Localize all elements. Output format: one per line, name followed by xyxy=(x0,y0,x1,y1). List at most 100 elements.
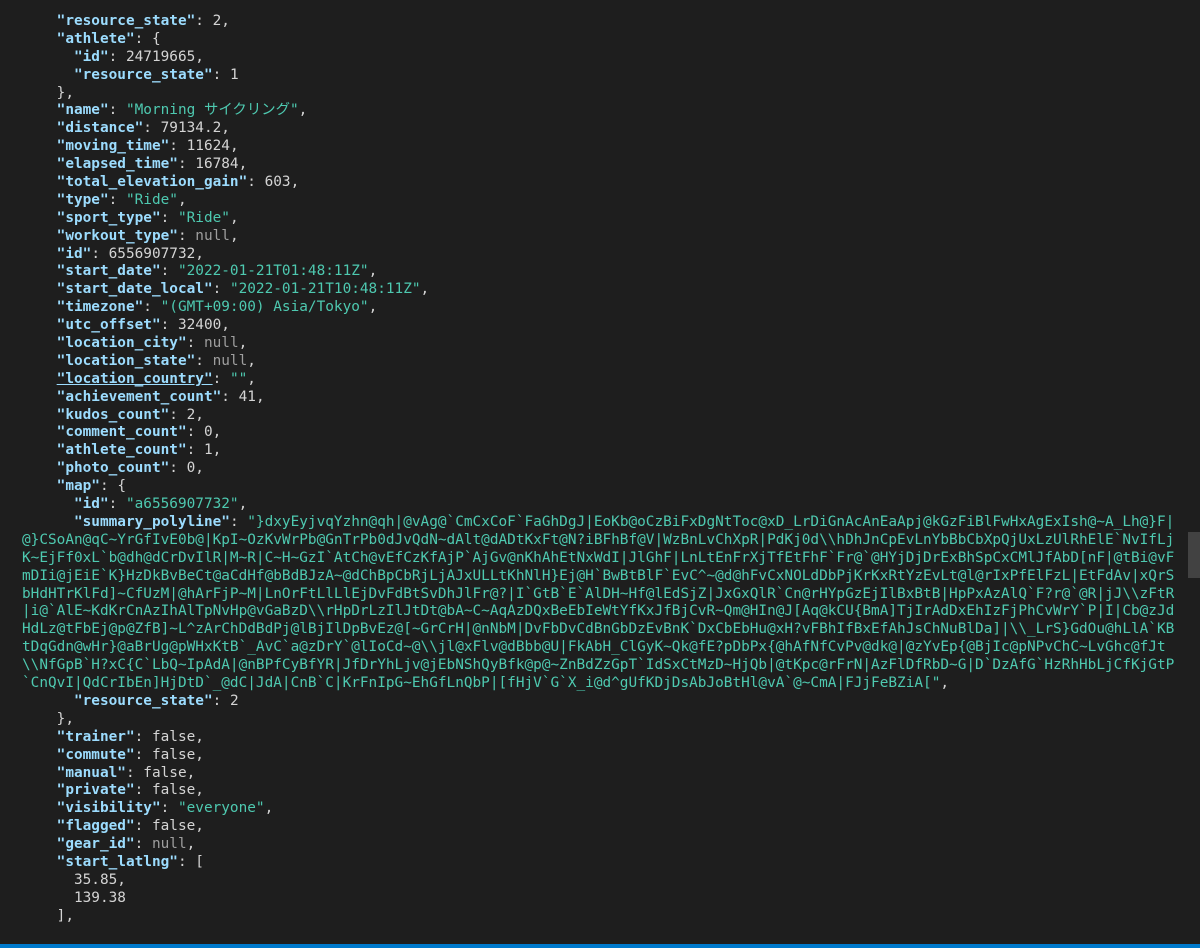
code-line[interactable]: "manual": false, xyxy=(22,765,1184,783)
json-key: "kudos_count" xyxy=(56,406,170,423)
code-line[interactable]: "achievement_count": 41, xyxy=(22,389,1184,407)
code-line[interactable]: "start_date": "2022-01-21T01:48:11Z", xyxy=(22,263,1184,281)
code-line[interactable]: "elapsed_time": 16784, xyxy=(22,156,1184,174)
json-key: "comment_count" xyxy=(56,424,187,441)
code-line[interactable]: 35.85, xyxy=(22,872,1184,890)
trailing-comma: , xyxy=(195,782,204,799)
code-line[interactable]: "location_country": "", xyxy=(22,371,1184,389)
summary-polyline-line[interactable]: "summary_polyline": "}dxyEyjvqYzhn@qh|@v… xyxy=(22,514,1177,693)
separator: : xyxy=(160,263,178,280)
code-line[interactable]: "type": "Ride", xyxy=(22,192,1184,210)
separator: : xyxy=(160,317,178,334)
separator: : xyxy=(247,174,265,191)
json-value: 0 xyxy=(186,460,196,477)
trailing-comma: , xyxy=(238,496,248,513)
separator: : xyxy=(177,227,196,244)
code-line[interactable]: "athlete": { xyxy=(22,31,1184,49)
separator: : xyxy=(99,478,118,495)
json-value: null xyxy=(203,335,239,352)
code-line[interactable]: "private": false, xyxy=(22,782,1184,800)
json-key: "resource_state" xyxy=(73,66,213,83)
json-key: "start_date" xyxy=(56,263,161,280)
json-value: "2022-01-21T01:48:11Z" xyxy=(177,263,369,280)
code-line[interactable]: "resource_state": 1 xyxy=(22,67,1184,85)
separator: : xyxy=(212,370,230,387)
json-value: false xyxy=(151,746,196,763)
json-key: "gear_id" xyxy=(56,836,135,853)
code-line[interactable]: "athlete_count": 1, xyxy=(22,442,1184,460)
code-line[interactable]: ], xyxy=(22,908,1184,926)
code-line[interactable]: "start_date_local": "2022-01-21T10:48:11… xyxy=(22,281,1184,299)
code-line[interactable]: }, xyxy=(22,711,1184,729)
json-value: { xyxy=(117,478,126,495)
code-line[interactable]: "resource_state": 2, xyxy=(22,13,1184,31)
scrollbar-thumb[interactable] xyxy=(1188,532,1200,578)
code-line[interactable]: "comment_count": 0, xyxy=(22,424,1184,442)
code-line[interactable]: "sport_type": "Ride", xyxy=(22,210,1184,228)
separator: : xyxy=(186,442,204,459)
separator: : xyxy=(134,30,152,47)
code-line[interactable]: }, xyxy=(22,85,1184,103)
json-value: { xyxy=(151,30,161,47)
trailing-comma: , xyxy=(264,800,274,817)
code-line[interactable]: "trainer": false, xyxy=(22,729,1184,747)
code-line[interactable]: "utc_offset": 32400, xyxy=(22,317,1184,335)
code-editor[interactable]: "resource_state": 2, "athlete": { "id": … xyxy=(0,0,1200,948)
json-key: "name" xyxy=(56,102,109,119)
json-key: "moving_time" xyxy=(56,138,170,155)
code-line[interactable]: "total_elevation_gain": 603, xyxy=(22,174,1184,192)
json-value: 2 xyxy=(229,693,239,709)
trailing-comma: , xyxy=(238,335,248,352)
json-key: "workout_type" xyxy=(56,227,178,244)
code-line[interactable]: "map": { xyxy=(22,478,1184,496)
code-line[interactable]: "location_state": null, xyxy=(22,353,1184,371)
trailing-comma: , xyxy=(195,818,204,835)
code-line[interactable]: "id": 6556907732, xyxy=(22,246,1184,264)
code-line[interactable]: "flagged": false, xyxy=(22,818,1184,836)
code-line[interactable]: "timezone": "(GMT+09:00) Asia/Tokyo", xyxy=(22,299,1184,317)
code-line[interactable]: "gear_id": null, xyxy=(22,836,1184,854)
trailing-comma: , xyxy=(212,442,222,459)
separator: : xyxy=(177,156,196,173)
separator: : xyxy=(134,728,152,745)
code-line[interactable]: "resource_state": 2 xyxy=(22,693,1184,711)
trailing-comma: , xyxy=(195,746,204,763)
json-value: }, xyxy=(56,84,74,101)
code-line[interactable]: "start_latlng": [ xyxy=(22,854,1184,872)
code-line[interactable]: "visibility": "everyone", xyxy=(22,800,1184,818)
code-line[interactable]: "kudos_count": 2, xyxy=(22,407,1184,425)
json-value: "Ride" xyxy=(177,209,230,226)
separator: : xyxy=(186,335,204,352)
separator: : xyxy=(212,66,230,83)
json-code-view[interactable]: "resource_state": 2, "athlete": { "id": … xyxy=(22,13,1184,926)
code-line[interactable]: "photo_count": 0, xyxy=(22,460,1184,478)
code-line[interactable]: "name": "Morning サイクリング", xyxy=(22,102,1184,120)
code-line[interactable]: "id": 24719665, xyxy=(22,49,1184,67)
code-line[interactable]: "id": "a6556907732", xyxy=(22,496,1184,514)
code-line[interactable]: 139.38 xyxy=(22,890,1184,908)
code-line[interactable]: "distance": 79134.2, xyxy=(22,120,1184,138)
json-key: "resource_state" xyxy=(73,693,213,709)
separator: : xyxy=(169,138,187,155)
code-line[interactable]: "location_city": null, xyxy=(22,335,1184,353)
json-key: "id" xyxy=(73,48,109,65)
code-line[interactable]: "commute": false, xyxy=(22,747,1184,765)
json-value: false xyxy=(143,764,187,781)
trailing-comma: , xyxy=(229,227,239,244)
code-line[interactable]: "moving_time": 11624, xyxy=(22,138,1184,156)
separator: : xyxy=(169,460,187,477)
code-line[interactable]: "workout_type": null, xyxy=(22,228,1184,246)
json-value: "" xyxy=(229,370,248,387)
